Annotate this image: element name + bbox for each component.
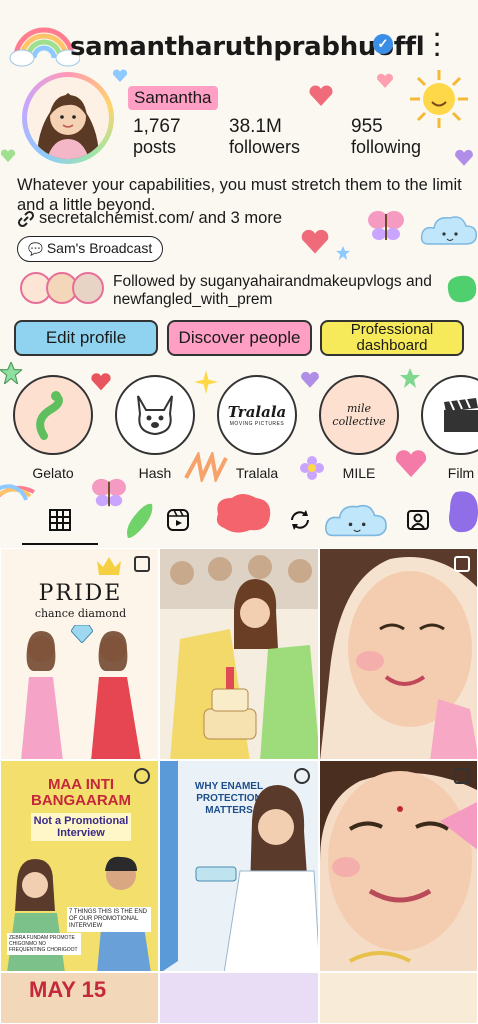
highlight-label: MILE: [342, 465, 376, 481]
gelato-icon: [36, 391, 63, 440]
highlight-label: Hash: [138, 465, 172, 481]
verified-badge-icon: ✓: [373, 34, 393, 54]
username-title: samantharuthprabhuoffl: [70, 32, 425, 62]
followed-by-text[interactable]: Followed by suganyahairandmakeupvlogs an…: [113, 273, 463, 309]
profile-avatar[interactable]: [22, 72, 114, 164]
grid-icon[interactable]: [48, 508, 72, 532]
active-tab-indicator: [22, 543, 98, 545]
avatar-portrait: [27, 77, 109, 159]
profile-link[interactable]: secretalchemist.com/ and 3 more: [17, 209, 282, 228]
portrait-illustration: [320, 549, 477, 759]
reel-icon: [294, 768, 310, 784]
heart-decoration: [377, 73, 393, 88]
profile-header: samantharuthprabhuoffl ✓ · · ·: [0, 20, 478, 70]
cake-cutting-illustration: [160, 549, 318, 759]
followers-stat[interactable]: 38.1M followers: [229, 116, 301, 158]
post-thumbnail[interactable]: [159, 972, 319, 1024]
follower-avatar: [72, 272, 104, 304]
post-thumbnail[interactable]: PRIDE chance diamond: [0, 548, 159, 760]
star-decoration: [336, 246, 350, 260]
sparkle-decoration: [194, 370, 218, 394]
crown-icon: [97, 557, 121, 575]
followers-label: followers: [229, 137, 301, 157]
highlight-label: Gelato: [32, 465, 74, 481]
dog-icon: [137, 395, 173, 436]
broadcast-label: Sam's Broadcast: [46, 240, 153, 256]
post-thumbnail[interactable]: [159, 548, 319, 760]
tralala-logo-subtitle: MOVING PICTURES: [229, 421, 285, 427]
post-grid: PRIDE chance diamond MAA INTI BANGAARAM …: [0, 548, 478, 1024]
highlight-film[interactable]: Film: [420, 375, 478, 481]
broadcast-icon: 💬: [28, 242, 43, 256]
highlight-cover: [13, 375, 93, 455]
tagged-icon[interactable]: [406, 508, 430, 532]
edit-profile-button[interactable]: Edit profile: [14, 320, 158, 356]
following-count: 955: [351, 116, 383, 137]
heart-decoration: [0, 149, 16, 163]
link-icon: [17, 210, 35, 227]
multi-post-icon: [454, 556, 470, 572]
star-decoration: [400, 368, 420, 388]
tralala-logo: Tralala: [227, 403, 287, 421]
post-subtitle: chance diamond: [34, 607, 127, 620]
highlight-gelato[interactable]: Gelato: [12, 375, 94, 481]
post-title: MAA INTI BANGAARAM: [31, 776, 131, 809]
highlight-tralala[interactable]: Tralala MOVING PICTURES Tralala: [216, 375, 298, 481]
posts-label: posts: [133, 137, 177, 157]
cloud-decoration: [420, 216, 478, 245]
following-stat[interactable]: 955 following: [351, 116, 422, 158]
portrait-illustration: [320, 761, 477, 963]
highlight-cover: [421, 375, 478, 455]
broadcast-channel-chip[interactable]: 💬 Sam's Broadcast: [17, 236, 164, 262]
post-date-text: MAY 15: [29, 977, 107, 1002]
multi-post-icon: [134, 556, 150, 572]
professional-dashboard-button[interactable]: Professional dashboard: [320, 320, 464, 356]
profile-tab-bar: [0, 500, 478, 546]
clapperboard-icon: [444, 398, 478, 432]
highlight-label: Film: [447, 465, 475, 481]
post-title: PRIDE: [38, 581, 123, 606]
post-caption: 7 THINGS THIS IS THE END OF OUR PROMOTIO…: [67, 907, 151, 932]
profile-link-text: secretalchemist.com/ and 3 more: [39, 209, 283, 227]
highlight-hash[interactable]: Hash: [114, 375, 196, 481]
multi-post-icon: [454, 768, 470, 784]
post-caption-secondary: ZEBRA FUNDAM PROMOTE CHIGONMO NO FREQUEN…: [7, 933, 81, 955]
display-name: Samantha: [128, 86, 218, 110]
highlight-label: Tralala: [235, 465, 279, 481]
highlight-mile[interactable]: mile collective MILE: [318, 375, 400, 481]
post-thumbnail[interactable]: WHY ENAMEL PROTECTION MATTERS: [159, 760, 319, 972]
post-thumbnail[interactable]: MAA INTI BANGAARAM Not a Promotional Int…: [0, 760, 159, 972]
heart-decoration: [301, 229, 329, 254]
post-thumbnail[interactable]: [319, 972, 478, 1024]
women-in-gowns-illustration: [21, 631, 141, 759]
following-label: following: [351, 137, 422, 157]
highlight-cover: Tralala MOVING PICTURES: [217, 375, 297, 455]
highlight-cover: mile collective: [319, 375, 399, 455]
mile-logo: mile collective: [332, 402, 386, 428]
heart-decoration: [309, 85, 333, 106]
discover-people-button[interactable]: Discover people: [167, 320, 312, 356]
reel-icon: [134, 768, 150, 784]
reels-icon[interactable]: [166, 508, 190, 532]
post-subtitle: Not a Promotional Interview: [31, 813, 131, 841]
followed-by-avatars[interactable]: [20, 272, 106, 306]
posts-count: 1,767: [133, 116, 181, 137]
highlight-cover: [115, 375, 195, 455]
heart-decoration: [301, 371, 319, 388]
heart-decoration: [455, 149, 473, 166]
posts-stat[interactable]: 1,767 posts: [133, 116, 181, 158]
post-thumbnail[interactable]: [319, 548, 478, 760]
post-thumbnail[interactable]: MAY 15: [0, 972, 159, 1024]
post-thumbnail[interactable]: [319, 760, 478, 972]
repost-icon[interactable]: [288, 508, 312, 532]
followers-count: 38.1M: [229, 116, 282, 137]
heart-decoration: [112, 69, 128, 83]
more-options-icon[interactable]: · · ·: [434, 24, 441, 66]
enamel-ad-illustration: [160, 761, 318, 971]
